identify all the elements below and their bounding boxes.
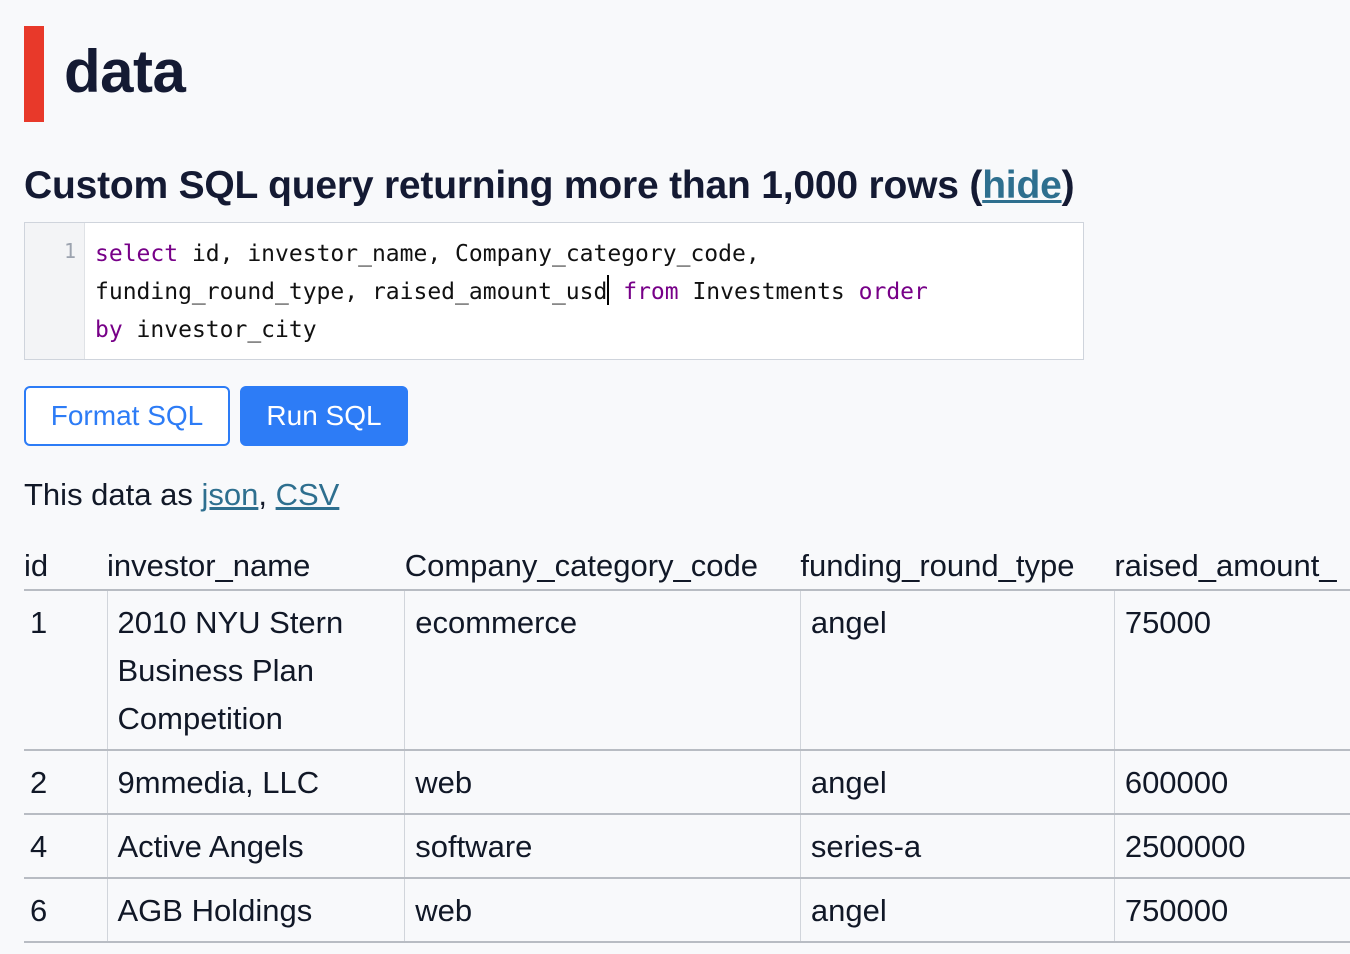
cell-category: web (404, 750, 801, 815)
export-prefix: This data as (24, 477, 202, 512)
export-links: This data as json, CSV (24, 474, 339, 516)
cell-raised-amount: 600000 (1113, 750, 1350, 815)
format-sql-button[interactable]: Format SQL (24, 386, 230, 446)
cell-round-type: series-a (799, 814, 1115, 879)
json-link[interactable]: json (201, 477, 258, 512)
cell-id: 4 (24, 814, 107, 879)
sql-text: investor_city (122, 317, 317, 343)
column-header-investor-name[interactable]: investor_name (107, 538, 405, 591)
table-row: 1 2010 NYU Stern Business Plan Competiti… (24, 590, 1350, 751)
table-row: 6 AGB Holdings web angel 750000 (24, 878, 1350, 943)
cell-round-type: angel (799, 750, 1115, 815)
cell-raised-amount: 750000 (1113, 878, 1350, 943)
table-row: 4 Active Angels software series-a 250000… (24, 814, 1350, 879)
cell-id: 1 (24, 590, 107, 751)
query-heading-text: Custom SQL query returning more than 1,0… (24, 164, 983, 207)
text-cursor (607, 275, 610, 305)
csv-link[interactable]: CSV (276, 477, 340, 512)
run-sql-button[interactable]: Run SQL (240, 386, 408, 446)
cell-category: ecommerce (404, 590, 801, 751)
cell-category: software (404, 814, 801, 879)
cell-investor-name: 9mmedia, LLC (106, 750, 405, 815)
sql-keyword: select (95, 241, 179, 267)
column-header-id[interactable]: id (24, 538, 107, 591)
sql-keyword: order (858, 279, 928, 305)
column-header-category[interactable]: Company_category_code (404, 538, 801, 591)
sql-editor[interactable]: 1 select id, investor_name, Company_cate… (24, 222, 1084, 360)
page-title-text: data (64, 38, 186, 105)
line-number: 1 (63, 239, 76, 263)
sql-keyword: from (623, 279, 679, 305)
hide-link[interactable]: hide (982, 164, 1062, 207)
query-heading-close: ) (1061, 164, 1075, 207)
column-header-raised-amount[interactable]: raised_amount_ (1114, 538, 1350, 591)
cell-raised-amount: 75000 (1113, 590, 1350, 751)
sql-text: funding_round_type, raised_amount_usd (95, 279, 608, 305)
query-heading: Custom SQL query returning more than 1,0… (24, 162, 1075, 210)
cell-investor-name: 2010 NYU Stern Business Plan Competition (106, 590, 405, 751)
line-number-gutter: 1 (25, 223, 85, 359)
cell-round-type: angel (799, 590, 1115, 751)
table-header-row: id investor_name Company_category_code f… (24, 538, 1350, 591)
page-title: data (24, 26, 186, 122)
sql-keyword: by (95, 317, 123, 343)
cell-round-type: angel (799, 878, 1115, 943)
cell-id: 2 (24, 750, 107, 815)
sql-code[interactable]: select id, investor_name, Company_catego… (85, 223, 928, 359)
page: data Custom SQL query returning more tha… (0, 0, 1350, 954)
sql-text: Investments (678, 279, 859, 305)
cell-investor-name: Active Angels (106, 814, 405, 879)
cell-investor-name: AGB Holdings (106, 878, 405, 943)
title-accent-bar (24, 26, 44, 122)
column-header-round-type[interactable]: funding_round_type (800, 538, 1115, 591)
table-row: 2 9mmedia, LLC web angel 600000 (24, 750, 1350, 815)
cell-id: 6 (24, 878, 107, 943)
results-table: id investor_name Company_category_code f… (24, 538, 1350, 943)
sql-text: id, investor_name, Company_category_code… (178, 241, 760, 267)
cell-raised-amount: 2500000 (1113, 814, 1350, 879)
export-separator: , (258, 477, 276, 512)
cell-category: web (404, 878, 801, 943)
